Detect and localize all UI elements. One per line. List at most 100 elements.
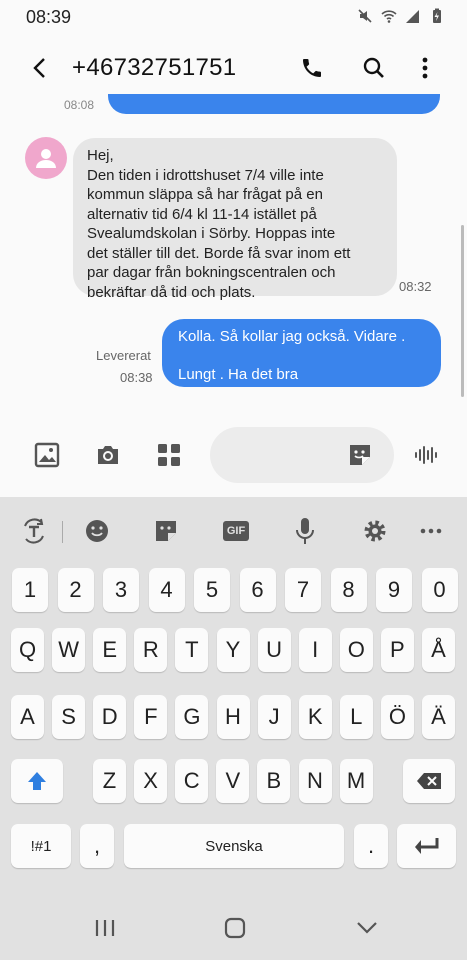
key-3[interactable]: 3 bbox=[103, 568, 139, 612]
message-composer bbox=[0, 420, 467, 492]
key-6[interactable]: 6 bbox=[239, 568, 276, 612]
delivery-status: Levererat bbox=[96, 348, 151, 363]
incoming-message-time: 08:32 bbox=[399, 279, 432, 294]
key-y[interactable]: Y bbox=[216, 628, 250, 672]
sticker-button[interactable] bbox=[345, 440, 375, 470]
key-2[interactable]: 2 bbox=[57, 568, 94, 612]
key-e[interactable]: E bbox=[93, 628, 127, 672]
key-g[interactable]: G bbox=[175, 695, 209, 739]
enter-icon bbox=[414, 838, 438, 854]
key-w[interactable]: W bbox=[52, 628, 86, 672]
back-arrow-icon bbox=[33, 58, 45, 78]
key-i[interactable]: I bbox=[298, 628, 332, 672]
key-c[interactable]: C bbox=[175, 759, 209, 803]
key-s[interactable]: S bbox=[52, 695, 86, 739]
key-o[interactable]: O bbox=[339, 628, 373, 672]
key-m[interactable]: M bbox=[339, 759, 373, 803]
conversation-header: +46732751751 bbox=[0, 42, 467, 98]
voice-input-button[interactable] bbox=[290, 517, 320, 545]
key-7[interactable]: 7 bbox=[285, 568, 321, 612]
outgoing-message-time: 08:38 bbox=[120, 370, 153, 385]
space-key[interactable]: Svenska bbox=[124, 824, 344, 868]
key-9[interactable]: 9 bbox=[376, 568, 412, 612]
grid-icon bbox=[158, 444, 180, 466]
status-bar: 08:39 bbox=[0, 0, 467, 34]
back-button[interactable] bbox=[20, 48, 60, 88]
key-h[interactable]: H bbox=[216, 695, 250, 739]
translate-button[interactable] bbox=[19, 517, 49, 545]
toolbar-more-button[interactable] bbox=[416, 517, 446, 545]
key-a[interactable]: A bbox=[11, 695, 44, 739]
key-v[interactable]: V bbox=[216, 759, 250, 803]
mute-icon bbox=[358, 9, 372, 23]
gif-icon: GIF bbox=[222, 521, 250, 541]
status-time: 08:39 bbox=[26, 7, 72, 27]
enter-key[interactable] bbox=[397, 824, 456, 868]
recent-apps-button[interactable] bbox=[90, 913, 120, 943]
voice-record-button[interactable] bbox=[412, 440, 442, 470]
keyboard-sticker-button[interactable] bbox=[151, 517, 181, 545]
key-b[interactable]: B bbox=[257, 759, 291, 803]
text-mode-icon bbox=[24, 518, 44, 544]
microphone-icon bbox=[296, 518, 314, 544]
key-t[interactable]: T bbox=[175, 628, 209, 672]
battery-charging-icon bbox=[433, 8, 441, 23]
signal-icon bbox=[406, 10, 419, 23]
key-4[interactable]: 4 bbox=[148, 568, 185, 612]
key-f[interactable]: F bbox=[134, 695, 168, 739]
key-q[interactable]: Q bbox=[11, 628, 44, 672]
gif-button[interactable]: GIF bbox=[221, 517, 251, 545]
key-x[interactable]: X bbox=[134, 759, 168, 803]
search-button[interactable] bbox=[354, 48, 394, 88]
key-k[interactable]: K bbox=[298, 695, 332, 739]
key-1[interactable]: 1 bbox=[12, 568, 48, 612]
comma-key[interactable]: , bbox=[80, 824, 114, 868]
chevron-down-icon bbox=[357, 922, 377, 934]
key-ä[interactable]: Ä bbox=[422, 695, 455, 739]
navigation-bar bbox=[0, 895, 467, 960]
home-icon bbox=[224, 917, 246, 939]
key-5[interactable]: 5 bbox=[194, 568, 230, 612]
camera-button[interactable] bbox=[93, 440, 123, 470]
key-0[interactable]: 0 bbox=[421, 568, 458, 612]
emoji-button[interactable] bbox=[82, 517, 112, 545]
key-r[interactable]: R bbox=[134, 628, 168, 672]
key-u[interactable]: U bbox=[257, 628, 291, 672]
key-8[interactable]: 8 bbox=[330, 568, 367, 612]
contact-avatar[interactable] bbox=[25, 137, 67, 179]
more-horiz-icon bbox=[420, 528, 442, 534]
key-d[interactable]: D bbox=[93, 695, 127, 739]
backspace-icon bbox=[417, 773, 441, 789]
key-z[interactable]: Z bbox=[93, 759, 126, 803]
key-ö[interactable]: Ö bbox=[380, 695, 414, 739]
key-å[interactable]: Å bbox=[422, 628, 455, 672]
key-n[interactable]: N bbox=[298, 759, 332, 803]
apps-button[interactable] bbox=[154, 440, 184, 470]
shift-key[interactable] bbox=[11, 759, 63, 803]
key-l[interactable]: L bbox=[339, 695, 373, 739]
incoming-message-bubble[interactable]: Hej, Den tiden i idrottshuset 7/4 ville … bbox=[73, 138, 397, 301]
period-key[interactable]: . bbox=[354, 824, 388, 868]
person-icon bbox=[36, 149, 56, 168]
gallery-button[interactable] bbox=[32, 440, 62, 470]
home-button[interactable] bbox=[220, 913, 250, 943]
call-button[interactable] bbox=[292, 48, 332, 88]
gear-icon bbox=[364, 520, 386, 542]
toolbar-divider bbox=[62, 521, 63, 543]
emoji-icon bbox=[86, 520, 108, 542]
backspace-key[interactable] bbox=[403, 759, 455, 803]
scrollbar[interactable] bbox=[461, 225, 464, 397]
hide-keyboard-button[interactable] bbox=[352, 913, 382, 943]
more-vert-icon bbox=[422, 57, 428, 79]
contact-number: +46732751751 bbox=[72, 54, 237, 81]
shift-arrow-icon bbox=[28, 772, 46, 790]
incoming-message-text: Hej, Den tiden i idrottshuset 7/4 ville … bbox=[87, 147, 351, 301]
more-options-button[interactable] bbox=[405, 48, 445, 88]
symbols-key[interactable]: !#1 bbox=[11, 824, 71, 868]
keyboard-settings-button[interactable] bbox=[360, 517, 390, 545]
previous-message-bubble[interactable] bbox=[108, 94, 440, 114]
key-j[interactable]: J bbox=[257, 695, 291, 739]
previous-message-time: 08:08 bbox=[64, 98, 95, 112]
outgoing-message-bubble[interactable]: Kolla. Så kollar jag också. Vidare . Lun… bbox=[162, 319, 441, 387]
key-p[interactable]: P bbox=[380, 628, 414, 672]
